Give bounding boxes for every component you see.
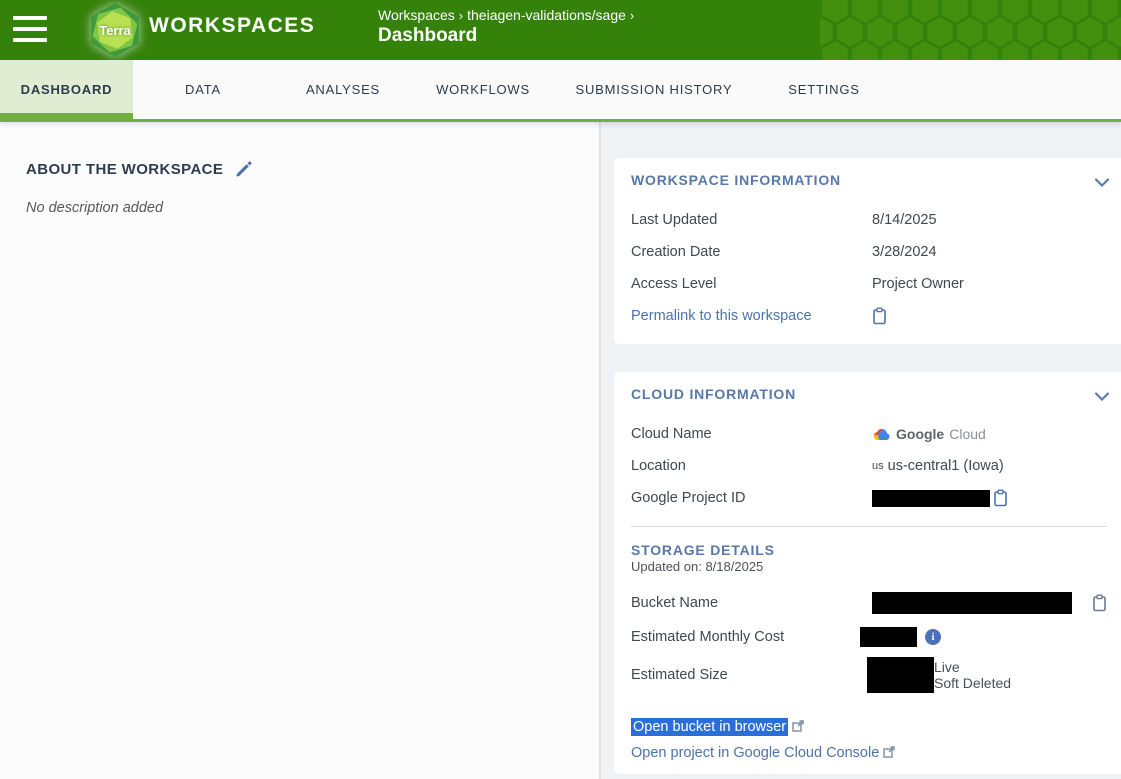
info-label: Last Updated [631,212,872,228]
pencil-icon[interactable] [234,160,253,179]
cloud-information-title: CLOUD INFORMATION [631,386,1107,402]
breadcrumb-separator: › [455,8,467,23]
clipboard-icon[interactable] [993,489,1008,507]
info-label: Access Level [631,276,872,292]
workspace-information-title: WORKSPACE INFORMATION [631,172,1107,188]
size-soft-deleted-label: Soft Deleted [934,675,1011,691]
external-link-icon [883,746,895,758]
chevron-down-icon[interactable] [1095,174,1109,192]
cloud-information-card: CLOUD INFORMATION Cloud Name [614,372,1121,774]
page-title: Dashboard [378,25,638,47]
chevron-down-icon[interactable] [1095,388,1109,406]
info-row: Creation Date 3/28/2024 [631,236,1107,268]
info-panel: WORKSPACE INFORMATION Last Updated 8/14/… [601,122,1121,779]
redacted-size [867,657,934,693]
tab-dashboard[interactable]: DASHBOARD [0,60,133,119]
main-content: ABOUT THE WORKSPACE No description added… [0,122,1121,779]
open-bucket-link[interactable]: Open bucket in browser [631,718,788,736]
location-value: us-central1 (Iowa) [888,458,1004,474]
terra-logo[interactable]: Terra [88,3,142,57]
permalink-link[interactable]: Permalink to this workspace [631,308,872,324]
storage-details-title: STORAGE DETAILS [631,542,1107,558]
breadcrumb-workspace-link[interactable]: theiagen-validations/sage [467,7,626,23]
breadcrumb: Workspaces›theiagen-validations/sage› Da… [378,7,638,47]
info-row: Last Updated 8/14/2025 [631,204,1107,236]
estimated-size-row: Estimated Size Live Soft Deleted [631,654,1107,696]
region-flag-text: us [872,460,884,472]
bucket-name-row: Bucket Name [631,586,1107,620]
redacted-bucket-name [872,592,1072,614]
clipboard-icon[interactable] [1092,594,1107,612]
breadcrumb-workspaces-link[interactable]: Workspaces [378,7,455,23]
info-icon[interactable]: i [925,629,941,645]
no-description-text: No description added [26,200,573,216]
info-label: Cloud Name [631,426,872,442]
tab-settings[interactable]: SETTINGS [755,60,893,119]
info-label: Bucket Name [631,595,872,611]
cloud-name-row: Cloud Name Google [631,418,1107,450]
location-row: Location us us-central1 (Iowa) [631,450,1107,482]
info-value: 3/28/2024 [872,244,1107,260]
terra-logo-text: Terra [88,3,142,57]
open-cloud-console-link[interactable]: Open project in Google Cloud Console [631,745,879,761]
workspace-information-card: WORKSPACE INFORMATION Last Updated 8/14/… [614,158,1121,344]
info-label: Google Project ID [631,490,872,506]
google-cloud-logo: Google Cloud [872,426,1107,442]
info-label: Estimated Monthly Cost [631,629,872,645]
tab-submission-history[interactable]: SUBMISSION HISTORY [553,60,755,119]
menu-icon[interactable] [13,16,47,49]
redacted-project-id [872,490,990,507]
external-link-icon [792,720,804,732]
monthly-cost-row: Estimated Monthly Cost i [631,620,1107,654]
section-divider [631,526,1107,527]
workspace-tabbar: DASHBOARD DATA ANALYSES WORKFLOWS SUBMIS… [0,60,1121,122]
info-row: Access Level Project Owner [631,268,1107,300]
info-value: 8/14/2025 [872,212,1107,228]
size-live-label: Live [934,659,1011,675]
info-value: Project Owner [872,276,1107,292]
info-label: Estimated Size [631,667,872,683]
breadcrumb-separator: › [626,8,638,23]
tab-analyses[interactable]: ANALYSES [273,60,413,119]
tab-workflows[interactable]: WORKFLOWS [413,60,553,119]
about-title: ABOUT THE WORKSPACE [26,161,223,178]
tab-data[interactable]: DATA [133,60,273,119]
clipboard-icon[interactable] [872,307,887,325]
info-label: Creation Date [631,244,872,260]
project-id-row: Google Project ID [631,482,1107,514]
info-label: Location [631,458,872,474]
about-panel: ABOUT THE WORKSPACE No description added [0,122,601,779]
redacted-monthly-cost [860,627,917,647]
google-cloud-label: Google [896,426,944,442]
storage-updated-on: Updated on: 8/18/2025 [631,559,1107,574]
app-header: Terra WORKSPACES Workspaces›theiagen-val… [0,0,1121,60]
app-title: WORKSPACES [149,14,315,38]
google-cloud-icon [872,427,891,442]
permalink-row: Permalink to this workspace [631,300,1107,332]
hexagon-pattern-decoration [820,0,1121,60]
